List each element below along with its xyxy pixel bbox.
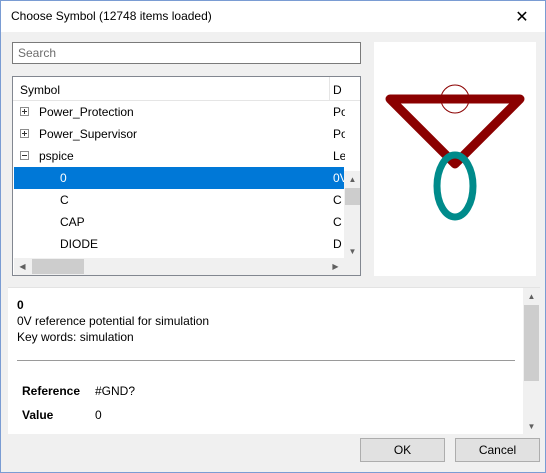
tree-row-label: DIODE xyxy=(60,237,99,251)
scroll-left-arrow-icon[interactable]: ◀ xyxy=(14,258,31,275)
tree-row-label: Power_Supervisor xyxy=(39,127,138,141)
title-bar: Choose Symbol (12748 items loaded) ✕ xyxy=(1,1,545,32)
tree-row-power-protection[interactable]: Power_Protection Po xyxy=(14,101,345,123)
tree-row-0[interactable]: 0 0V xyxy=(14,167,345,189)
ground-symbol-preview-icon xyxy=(385,84,525,221)
tree-row-description: Po xyxy=(333,105,345,119)
expand-icon[interactable] xyxy=(20,129,29,138)
field-label-reference: Reference xyxy=(22,384,81,398)
details-description: 0V reference potential for simulation xyxy=(17,314,210,328)
cancel-button[interactable]: Cancel xyxy=(455,438,540,462)
search-box[interactable] xyxy=(12,42,361,64)
close-button[interactable]: ✕ xyxy=(499,1,545,32)
tree-row-label: CAP xyxy=(60,215,85,229)
tree-row-label: 0 xyxy=(60,171,67,185)
tree-header: Symbol D xyxy=(13,77,360,101)
expand-icon[interactable] xyxy=(20,107,29,116)
tree-row-cap[interactable]: CAP C xyxy=(14,211,344,233)
scroll-down-arrow-icon[interactable]: ▼ xyxy=(523,418,540,435)
scroll-thumb[interactable] xyxy=(32,259,84,274)
ok-button[interactable]: OK xyxy=(360,438,445,462)
column-header-description[interactable]: D xyxy=(333,83,342,97)
tree-row-description: Le xyxy=(333,149,345,163)
close-icon: ✕ xyxy=(515,8,529,26)
details-vertical-scrollbar[interactable]: ▲ ▼ xyxy=(523,288,540,435)
details-divider xyxy=(17,360,515,361)
choose-symbol-dialog: Choose Symbol (12748 items loaded) ✕ Sym… xyxy=(0,0,546,473)
column-header-symbol[interactable]: Symbol xyxy=(20,83,60,97)
tree-row-diode[interactable]: DIODE D xyxy=(14,233,344,255)
field-value-reference: #GND? xyxy=(95,384,136,398)
column-separator[interactable] xyxy=(329,77,330,101)
symbol-tree[interactable]: Symbol D Power_Protection Po Power_Super… xyxy=(12,76,361,276)
field-label-value: Value xyxy=(22,408,54,422)
tree-row-pspice[interactable]: pspice Le xyxy=(14,145,345,167)
scroll-up-arrow-icon[interactable]: ▲ xyxy=(344,171,360,188)
details-symbol-name: 0 xyxy=(17,298,24,312)
tree-row-label: pspice xyxy=(39,149,74,163)
symbol-preview xyxy=(374,42,536,276)
scrollbar-corner xyxy=(344,258,360,275)
window-title: Choose Symbol (12748 items loaded) xyxy=(11,9,212,23)
tree-row-label: C xyxy=(60,193,69,207)
symbol-details-panel: 0 0V reference potential for simulation … xyxy=(8,287,540,435)
tree-row-description: Po xyxy=(333,127,345,141)
field-value-value: 0 xyxy=(95,408,102,422)
search-input[interactable] xyxy=(13,43,360,63)
tree-row-c[interactable]: C C xyxy=(14,189,344,211)
collapse-icon[interactable] xyxy=(20,151,29,160)
scroll-thumb[interactable] xyxy=(524,305,539,381)
tree-vertical-scrollbar[interactable]: ▲ ▼ xyxy=(344,171,360,260)
scroll-up-arrow-icon[interactable]: ▲ xyxy=(523,288,540,305)
tree-horizontal-scrollbar[interactable]: ◀ ▶ xyxy=(14,258,344,275)
tree-row-power-supervisor[interactable]: Power_Supervisor Po xyxy=(14,123,345,145)
scroll-right-arrow-icon[interactable]: ▶ xyxy=(327,258,344,275)
scroll-thumb[interactable] xyxy=(345,188,360,205)
tree-row-label: Power_Protection xyxy=(39,105,134,119)
details-keywords: Key words: simulation xyxy=(17,330,134,344)
